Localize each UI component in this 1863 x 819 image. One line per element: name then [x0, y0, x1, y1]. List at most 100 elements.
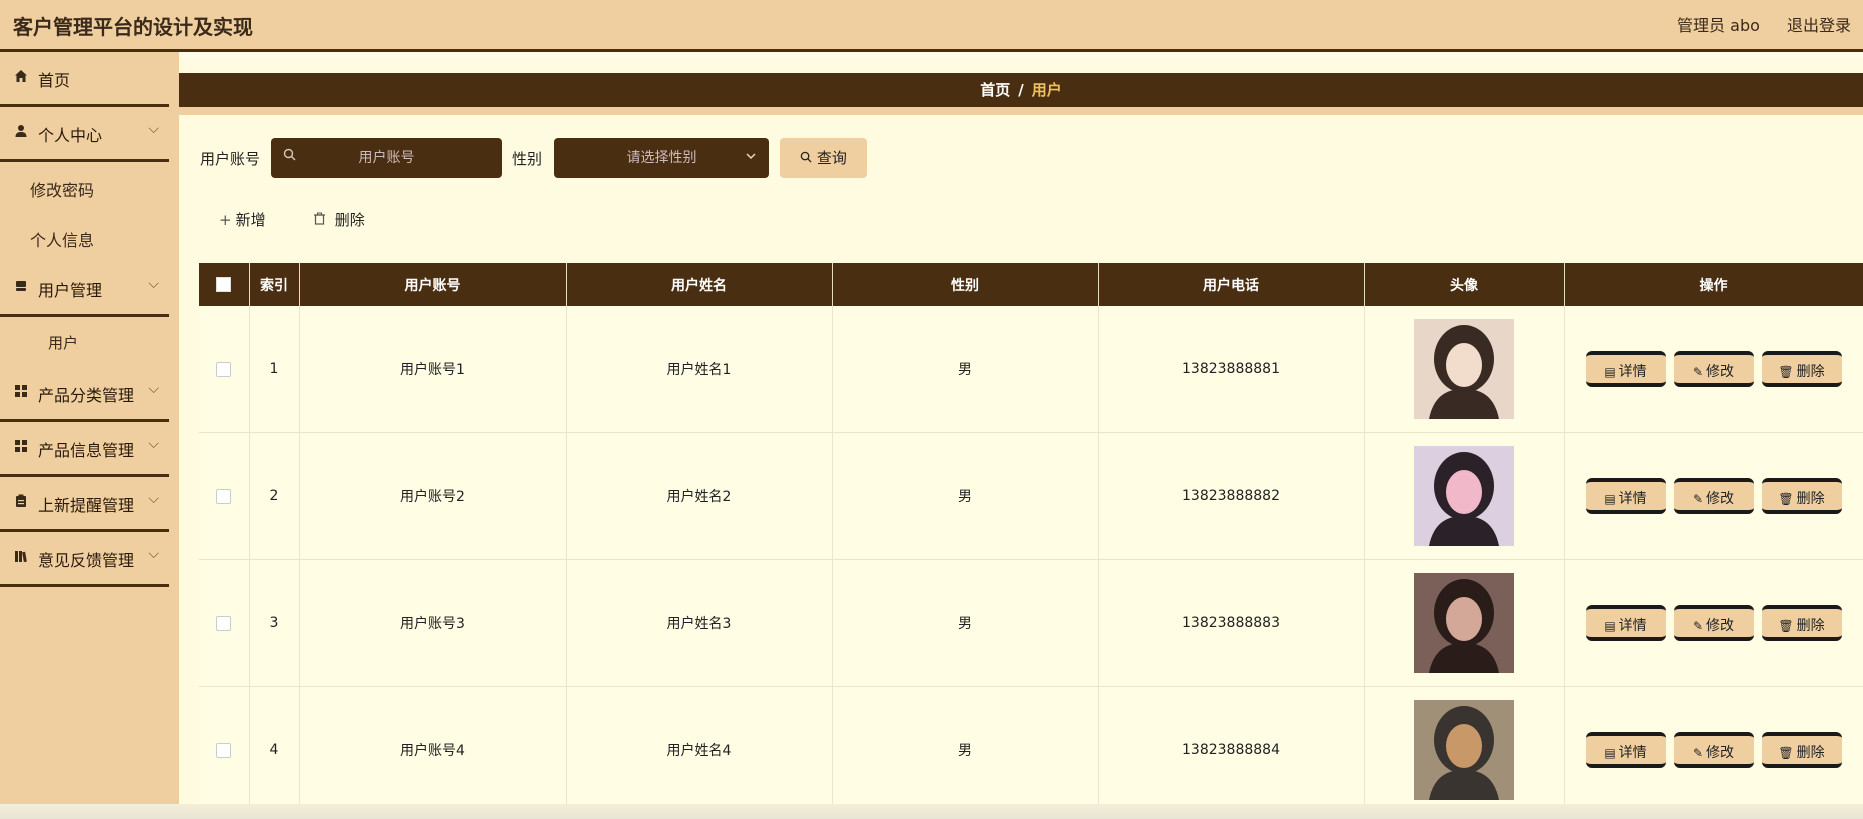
batch-delete-button[interactable]: 删除: [313, 209, 365, 230]
detail-button[interactable]: ▤ 详情: [1585, 732, 1666, 768]
edit-label: 修改: [1706, 364, 1735, 380]
cell-name: 用户姓名3: [566, 559, 833, 687]
bottom-fade: [0, 804, 1863, 819]
cell-phone: 13823888882: [1098, 432, 1365, 560]
trash-icon: 🗑: [1778, 492, 1794, 506]
column-header: 用户账号: [299, 263, 567, 306]
pencil-icon: ✎: [1692, 365, 1704, 379]
row-select-cell: [199, 686, 250, 814]
delete-button[interactable]: 🗑 删除: [1761, 478, 1842, 514]
sidebar-item-feedback[interactable]: 意见反馈管理 ⌵: [0, 532, 169, 587]
main-content: 首页 / 用户 用户账号 用户账号 性别 请选择性别 查询 + 新增 删除 索引…: [179, 52, 1863, 819]
person-icon: [14, 124, 28, 138]
table-row: 2 用户账号2 用户姓名2 男 13823888882 ▤ 详情 ✎ 修改 🗑 删除: [199, 432, 1863, 560]
sidebar-item-label: 首页: [38, 71, 71, 90]
row-checkbox[interactable]: [216, 361, 232, 377]
grid-icon: [14, 384, 28, 398]
edit-button[interactable]: ✎ 修改: [1673, 605, 1754, 641]
sidebar-item-label: 意见反馈管理: [38, 551, 135, 570]
cell-sex: 男: [832, 306, 1099, 433]
account-search-input[interactable]: 用户账号: [271, 138, 502, 178]
query-button[interactable]: 查询: [780, 138, 867, 178]
sidebar-item-product-info[interactable]: 产品信息管理 ⌵: [0, 422, 169, 477]
breadcrumb-home[interactable]: 首页: [980, 81, 1010, 99]
chevron-down-icon: ⌵: [148, 491, 159, 507]
column-header: 头像: [1364, 263, 1565, 306]
cell-index: 4: [249, 686, 300, 814]
chevron-down-icon: ⌵: [148, 121, 159, 137]
column-header: 索引: [249, 263, 300, 306]
delete-label: 删除: [1796, 745, 1825, 761]
document-icon: ▤: [1604, 746, 1616, 760]
avatar[interactable]: [1414, 573, 1514, 673]
column-header: 操作: [1564, 263, 1863, 306]
sidebar-subitem-personal-info[interactable]: 个人信息: [0, 212, 179, 262]
avatar[interactable]: [1414, 700, 1514, 800]
edit-button[interactable]: ✎ 修改: [1673, 351, 1754, 387]
pencil-icon: ✎: [1692, 492, 1704, 506]
pencil-icon: ✎: [1692, 746, 1704, 760]
sidebar-item-label: 修改密码: [30, 181, 95, 200]
detail-button[interactable]: ▤ 详情: [1585, 478, 1666, 514]
user-table: 索引 用户账号 用户姓名 性别 用户电话 头像 操作 1 用户账号1 用户姓名1 男 1…: [199, 263, 1863, 814]
row-checkbox[interactable]: [216, 615, 232, 631]
table-row: 4 用户账号4 用户姓名4 男 13823888884 ▤ 详情 ✎ 修改 🗑 删除: [199, 686, 1863, 814]
avatar[interactable]: [1414, 446, 1514, 546]
edit-label: 修改: [1706, 745, 1735, 761]
row-select-cell: [199, 432, 250, 560]
trash-icon: 🗑: [1778, 365, 1794, 379]
account-search-label: 用户账号: [200, 150, 261, 168]
document-icon: ▤: [1604, 492, 1616, 506]
sidebar-item-home[interactable]: 首页: [0, 52, 169, 107]
cell-index: 2: [249, 432, 300, 560]
search-icon: [283, 138, 296, 178]
home-icon: [14, 69, 28, 83]
delete-label: 删除: [1796, 491, 1825, 507]
clipboard-icon: [14, 494, 28, 508]
batch-delete-label: 删除: [334, 211, 365, 229]
row-checkbox[interactable]: [216, 488, 232, 504]
sex-select[interactable]: 请选择性别: [554, 138, 769, 178]
delete-button[interactable]: 🗑 删除: [1761, 351, 1842, 387]
plus-icon: +: [219, 211, 232, 229]
document-icon: ▤: [1604, 619, 1616, 633]
detail-label: 详情: [1618, 745, 1647, 761]
add-button[interactable]: + 新增: [219, 209, 266, 230]
cell-account: 用户账号2: [299, 432, 567, 560]
sex-filter-label: 性别: [512, 150, 543, 168]
cell-account: 用户账号3: [299, 559, 567, 687]
edit-button[interactable]: ✎ 修改: [1673, 732, 1754, 768]
sidebar-subitem-change-password[interactable]: 修改密码: [0, 162, 179, 212]
detail-button[interactable]: ▤ 详情: [1585, 605, 1666, 641]
row-select-cell: [199, 559, 250, 687]
sidebar-item-product-category[interactable]: 产品分类管理 ⌵: [0, 367, 169, 422]
select-all-checkbox[interactable]: [216, 277, 232, 292]
sidebar-item-personal-center[interactable]: 个人中心 ⌵: [0, 107, 169, 162]
detail-button[interactable]: ▤ 详情: [1585, 351, 1666, 387]
sidebar-item-user-management[interactable]: 用户管理 ⌵: [0, 262, 169, 317]
cell-sex: 男: [832, 432, 1099, 560]
chevron-down-icon: [745, 138, 757, 178]
delete-button[interactable]: 🗑 删除: [1761, 605, 1842, 641]
sidebar-item-new-arrival[interactable]: 上新提醒管理 ⌵: [0, 477, 169, 532]
edit-button[interactable]: ✎ 修改: [1673, 478, 1754, 514]
delete-label: 删除: [1796, 618, 1825, 634]
cell-avatar: [1364, 432, 1565, 560]
sidebar-item-label: 个人中心: [38, 126, 103, 145]
edit-label: 修改: [1706, 491, 1735, 507]
sidebar-item-label: 个人信息: [30, 231, 95, 250]
sidebar-item-label: 产品信息管理: [38, 441, 135, 460]
add-button-label: 新增: [235, 211, 266, 229]
cell-phone: 13823888884: [1098, 686, 1365, 814]
avatar[interactable]: [1414, 319, 1514, 419]
sidebar-subitem-user[interactable]: 用户: [0, 317, 179, 367]
top-header: 客户管理平台的设计及实现 管理员 abo 退出登录: [0, 0, 1863, 52]
chevron-down-icon: ⌵: [148, 436, 159, 452]
logout-link[interactable]: 退出登录: [1787, 16, 1851, 35]
detail-label: 详情: [1618, 491, 1647, 507]
delete-button[interactable]: 🗑 删除: [1761, 732, 1842, 768]
sidebar-item-label: 产品分类管理: [38, 386, 135, 405]
cell-sex: 男: [832, 686, 1099, 814]
header-user-area: 管理员 abo 退出登录: [1677, 12, 1863, 36]
row-checkbox[interactable]: [216, 742, 232, 758]
